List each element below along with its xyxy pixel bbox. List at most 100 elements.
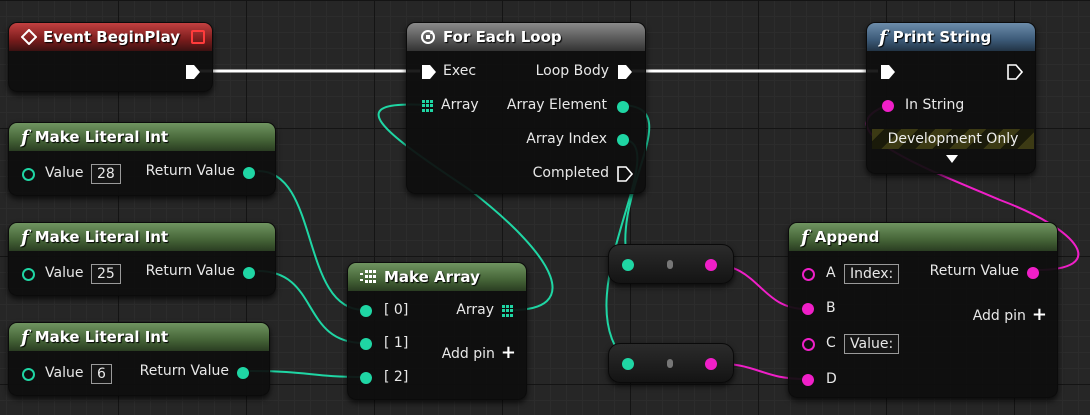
array-element-label: Array Element [506,97,607,113]
add-pin-label: Add pin [972,308,1026,324]
value-input[interactable]: 6 [91,364,112,384]
array-grid-icon[interactable] [422,100,434,112]
function-f-icon: f [801,226,809,248]
conversion-input-pin[interactable] [622,259,634,271]
value-label: Value [45,165,84,181]
exec-out-pin[interactable] [185,64,201,80]
conversion-output-pin[interactable] [705,259,717,271]
loop-body-exec-pin[interactable] [617,64,633,80]
conversion-node-1[interactable] [608,244,734,284]
append-pin-c-label: C [826,335,836,351]
completed-exec-pin[interactable] [617,166,633,182]
append-pin-d-label: D [826,371,837,387]
value-input[interactable]: 28 [91,164,121,184]
value-label: Value [45,265,84,281]
function-f-icon: f [21,226,29,248]
value-pin[interactable] [22,368,35,381]
make-literal-int-node-1[interactable]: f Make Literal Int Value 28 Return Value [8,122,276,196]
make-array-header[interactable]: Make Array [348,263,526,291]
for-each-loop-title: For Each Loop [443,28,562,46]
loop-body-label: Loop Body [535,63,609,79]
make-literal-int-header[interactable]: f Make Literal Int [9,323,269,351]
make-literal-int-title: Make Literal Int [34,328,169,346]
array-index-label: Array Index [526,131,607,147]
array-pin-0-label: [ 0] [384,302,409,318]
make-literal-int-node-3[interactable]: f Make Literal Int Value 6 Return Value [8,322,270,396]
array-in-label: Array [441,97,479,113]
value-label: Value [45,365,84,381]
development-only-banner: Development Only [872,129,1034,149]
event-beginplay-node[interactable]: Event BeginPlay [8,22,213,92]
array-element-pin[interactable] [617,101,629,113]
make-literal-int-title: Make Literal Int [34,228,169,246]
exec-in-label: Exec [443,63,477,79]
append-header[interactable]: f Append [789,223,1057,251]
append-title: Append [814,228,880,246]
make-array-icon [360,270,378,284]
make-array-node[interactable]: Make Array [ 0] [ 1] [ 2] Array Add pin + [347,262,527,400]
value-input[interactable]: 25 [91,264,121,284]
array-index-pin[interactable] [617,134,629,146]
exec-in-pin[interactable] [880,64,896,80]
append-pin-d[interactable] [802,374,814,386]
add-pin-button[interactable]: Add pin + [973,304,1047,325]
return-value-pin[interactable] [1027,267,1039,279]
array-pin-1-label: [ 1] [384,335,409,351]
append-node[interactable]: f Append A Index: B C Value: D Return Va… [788,222,1058,398]
for-each-loop-node[interactable]: For Each Loop Exec Array Loop Body Array… [406,22,646,194]
array-pin-2-label: [ 2] [384,369,409,385]
array-pin-2[interactable] [360,372,372,384]
exec-out-pin[interactable] [1007,64,1023,80]
make-literal-int-header[interactable]: f Make Literal Int [9,223,275,251]
append-pin-c[interactable] [802,338,815,351]
completed-label: Completed [532,165,609,181]
function-f-icon: f [879,26,887,48]
function-f-icon: f [21,126,29,148]
for-each-loop-header[interactable]: For Each Loop [407,23,645,51]
chevron-down-icon[interactable] [945,154,959,164]
print-string-node[interactable]: f Print String In String Development Onl… [866,22,1036,174]
event-beginplay-header[interactable]: Event BeginPlay [9,23,212,51]
append-pin-a-label: A [826,265,836,281]
array-pin-1[interactable] [360,338,372,350]
return-value-label: Return Value [145,163,235,179]
value-pin[interactable] [22,168,35,181]
return-value-pin[interactable] [243,267,255,279]
exec-in-pin[interactable] [421,64,437,80]
append-c-input[interactable]: Value: [844,334,900,354]
print-string-header[interactable]: f Print String [867,23,1035,51]
loop-macro-icon [419,28,437,46]
return-value-pin[interactable] [243,167,255,179]
conversion-dot [667,359,673,368]
make-array-title: Make Array [384,268,480,286]
in-string-label: In String [905,97,965,113]
delegate-red-square-icon[interactable] [191,30,205,44]
array-pin-0[interactable] [360,305,372,317]
conversion-output-pin[interactable] [705,358,717,370]
return-value-pin[interactable] [237,367,249,379]
add-pin-label: Add pin [441,346,495,362]
array-grid-icon[interactable] [502,305,514,317]
make-literal-int-title: Make Literal Int [34,128,169,146]
development-only-label: Development Only [887,131,1019,147]
return-value-label: Return Value [929,263,1019,279]
plus-icon: + [500,342,516,363]
event-diamond-icon [21,29,37,45]
append-pin-a[interactable] [802,268,815,281]
event-beginplay-title: Event BeginPlay [43,28,181,46]
return-value-label: Return Value [139,363,229,379]
function-f-icon: f [21,326,29,348]
append-a-input[interactable]: Index: [844,264,900,284]
conversion-input-pin[interactable] [622,358,634,370]
append-pin-b[interactable] [802,303,814,315]
in-string-pin[interactable] [882,100,894,112]
make-literal-int-node-2[interactable]: f Make Literal Int Value 25 Return Value [8,222,276,296]
add-pin-button[interactable]: Add pin + [442,342,516,363]
array-out-label: Array [456,302,494,318]
return-value-label: Return Value [145,263,235,279]
value-pin[interactable] [22,268,35,281]
make-literal-int-header[interactable]: f Make Literal Int [9,123,275,151]
conversion-node-2[interactable] [608,343,734,383]
conversion-dot [667,260,673,269]
print-string-title: Print String [892,28,992,46]
